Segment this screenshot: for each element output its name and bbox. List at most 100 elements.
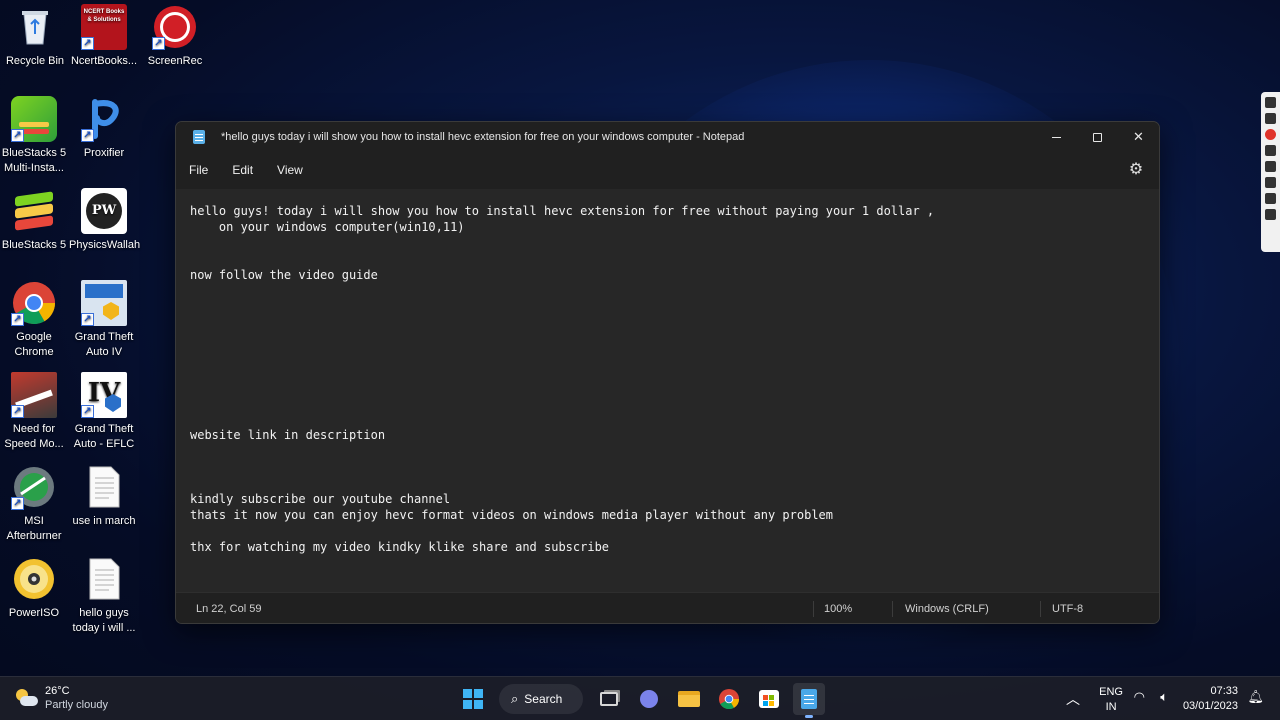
windows-start-icon xyxy=(463,689,483,709)
desktop-icon-label: PhysicsWallah xyxy=(69,239,141,251)
notepad-taskbar-button[interactable] xyxy=(793,683,825,718)
pen-icon[interactable] xyxy=(1265,97,1276,108)
bluestacks-multi-instance-icon: ↗ xyxy=(11,96,57,142)
clock-date: 03/01/2023 xyxy=(1182,700,1238,712)
desktop-icon-label: Recycle Bin xyxy=(5,55,65,67)
search-label: Search xyxy=(524,692,563,706)
task-view-button[interactable] xyxy=(593,683,625,715)
desktop-icon-proxifier[interactable]: ↗ Proxifier xyxy=(69,96,139,161)
notification-bell-icon[interactable]: 🔔︎ xyxy=(1247,689,1264,705)
minimize-button[interactable] xyxy=(1036,122,1077,152)
volume-icon[interactable]: 🔈︎ xyxy=(1160,689,1168,705)
notepad-window: *hello guys today i will show you how to… xyxy=(175,121,1160,624)
desktop-icon-label: Need for Speed Mo... xyxy=(4,423,64,450)
desktop-icon-label: Grand Theft Auto - EFLC xyxy=(73,423,135,450)
desktop-icon-chrome[interactable]: ↗ Google Chrome xyxy=(0,280,69,360)
text-file-icon xyxy=(81,464,127,510)
notepad-titlebar[interactable]: *hello guys today i will show you how to… xyxy=(176,122,1159,152)
clock[interactable]: 07:33 03/01/2023 xyxy=(1183,684,1238,714)
desktop-icon-label: BlueStacks 5 xyxy=(1,239,67,251)
minimize-icon xyxy=(1052,136,1061,138)
desktop-icon-label: BlueStacks 5 Multi-Insta... xyxy=(1,147,67,174)
status-divider xyxy=(892,601,893,617)
window-icon[interactable] xyxy=(1265,193,1276,204)
text-editor-area[interactable]: hello guys! today i will show you how to… xyxy=(176,189,1159,592)
msi-afterburner-icon: ↗ xyxy=(11,464,57,510)
speaker-icon[interactable] xyxy=(1265,161,1276,172)
teams-chat-button[interactable] xyxy=(633,683,665,715)
language-indicator[interactable]: ENG IN xyxy=(1099,685,1123,715)
file-explorer-button[interactable] xyxy=(673,683,705,715)
window-title: *hello guys today i will show you how to… xyxy=(221,131,745,143)
status-cursor-position: Ln 22, Col 59 xyxy=(196,603,262,615)
webcam-icon[interactable] xyxy=(1265,177,1276,188)
bluestacks-icon xyxy=(11,188,57,234)
desktop-icon-label: use in march xyxy=(72,515,136,527)
taskbar-search-button[interactable]: ⌕ Search xyxy=(499,684,583,714)
close-button[interactable]: ✕ xyxy=(1118,122,1159,152)
wifi-icon[interactable]: ◠ xyxy=(1134,689,1145,705)
gta-eflc-icon: IV ↗ xyxy=(81,372,127,418)
teams-chat-icon xyxy=(640,690,658,708)
language-line1: ENG xyxy=(1099,686,1123,698)
screenrec-icon: ↗ xyxy=(152,4,198,50)
desktop-icon-recycle-bin[interactable]: Recycle Bin xyxy=(0,4,70,69)
menu-view[interactable]: View xyxy=(277,159,303,181)
menu-file[interactable]: File xyxy=(189,159,208,181)
weather-widget[interactable]: 26°C Partly cloudy xyxy=(14,684,108,712)
screen-recorder-toolbar xyxy=(1261,92,1280,252)
microphone-icon[interactable] xyxy=(1265,145,1276,156)
notepad-icon xyxy=(801,689,817,709)
status-zoom: 100% xyxy=(824,603,853,615)
show-hidden-icons-chevron-icon[interactable]: ︿ xyxy=(1066,689,1080,709)
desktop-icon-label: NcertBooks... xyxy=(70,55,138,67)
gta-iv-icon: ↗ xyxy=(81,280,127,326)
desktop-icon-label: Google Chrome xyxy=(14,331,54,358)
menu-edit[interactable]: Edit xyxy=(232,159,253,181)
desktop-icon-gta-eflc[interactable]: IV ↗ Grand Theft Auto - EFLC xyxy=(69,372,139,452)
task-view-icon xyxy=(600,692,618,706)
desktop-icon-physicswallah[interactable]: PW PhysicsWallah xyxy=(69,188,141,253)
gear-icon[interactable] xyxy=(1265,209,1276,220)
desktop-icon-need-for-speed[interactable]: ↗ Need for Speed Mo... xyxy=(0,372,69,452)
desktop-icon-poweriso[interactable]: PowerISO xyxy=(0,556,69,621)
status-encoding: UTF-8 xyxy=(1052,603,1084,615)
status-line-ending: Windows (CRLF) xyxy=(905,603,989,615)
maximize-button[interactable] xyxy=(1077,122,1118,152)
recycle-bin-icon xyxy=(12,4,58,50)
chrome-taskbar-button[interactable] xyxy=(713,683,745,715)
camera-icon[interactable] xyxy=(1265,113,1276,124)
shortcut-arrow-icon: ↗ xyxy=(152,37,165,50)
weather-condition: Partly cloudy xyxy=(45,699,108,711)
status-bar: Ln 22, Col 59 100% Windows (CRLF) UTF-8 xyxy=(176,592,1159,623)
shortcut-arrow-icon: ↗ xyxy=(11,405,24,418)
settings-gear-icon[interactable]: ⚙ xyxy=(1127,161,1145,179)
partly-cloudy-icon xyxy=(14,687,38,709)
search-icon: ⌕ xyxy=(511,691,519,706)
desktop-icon-gta-iv[interactable]: ↗ Grand Theft Auto IV xyxy=(69,280,139,360)
microsoft-store-button[interactable] xyxy=(753,683,785,715)
window-controls: ✕ xyxy=(1036,122,1159,152)
shortcut-arrow-icon: ↗ xyxy=(81,405,94,418)
chrome-icon xyxy=(718,688,740,710)
ncert-books-icon: NCERT Books & Solutions ↗ xyxy=(81,4,127,50)
desktop-icon-hello-guys-file[interactable]: hello guys today i will ... xyxy=(69,556,139,636)
shortcut-arrow-icon: ↗ xyxy=(81,37,94,50)
desktop-icon-use-in-march[interactable]: use in march xyxy=(69,464,139,529)
shortcut-arrow-icon: ↗ xyxy=(11,497,24,510)
desktop-icon-msi-afterburner[interactable]: ↗ MSI Afterburner xyxy=(0,464,69,544)
desktop-icon-bluestacks-multi[interactable]: ↗ BlueStacks 5 Multi-Insta... xyxy=(0,96,69,176)
desktop-icon-label: hello guys today i will ... xyxy=(72,607,136,634)
proxifier-icon: ↗ xyxy=(81,96,127,142)
close-icon: ✕ xyxy=(1133,129,1144,144)
desktop-icon-ncertbooks[interactable]: NCERT Books & Solutions ↗ NcertBooks... xyxy=(69,4,139,69)
desktop-icon-bluestacks[interactable]: BlueStacks 5 xyxy=(0,188,69,253)
menu-bar: File Edit View ⚙ xyxy=(176,152,1159,188)
physicswallah-icon: PW xyxy=(81,188,127,234)
start-button[interactable] xyxy=(457,683,489,715)
clock-time: 07:33 xyxy=(1210,685,1238,697)
desktop-icon-label: MSI Afterburner xyxy=(6,515,62,542)
desktop-icon-screenrec[interactable]: ↗ ScreenRec xyxy=(140,4,210,69)
desktop-icon-label: Grand Theft Auto IV xyxy=(74,331,134,358)
record-icon[interactable] xyxy=(1265,129,1276,140)
